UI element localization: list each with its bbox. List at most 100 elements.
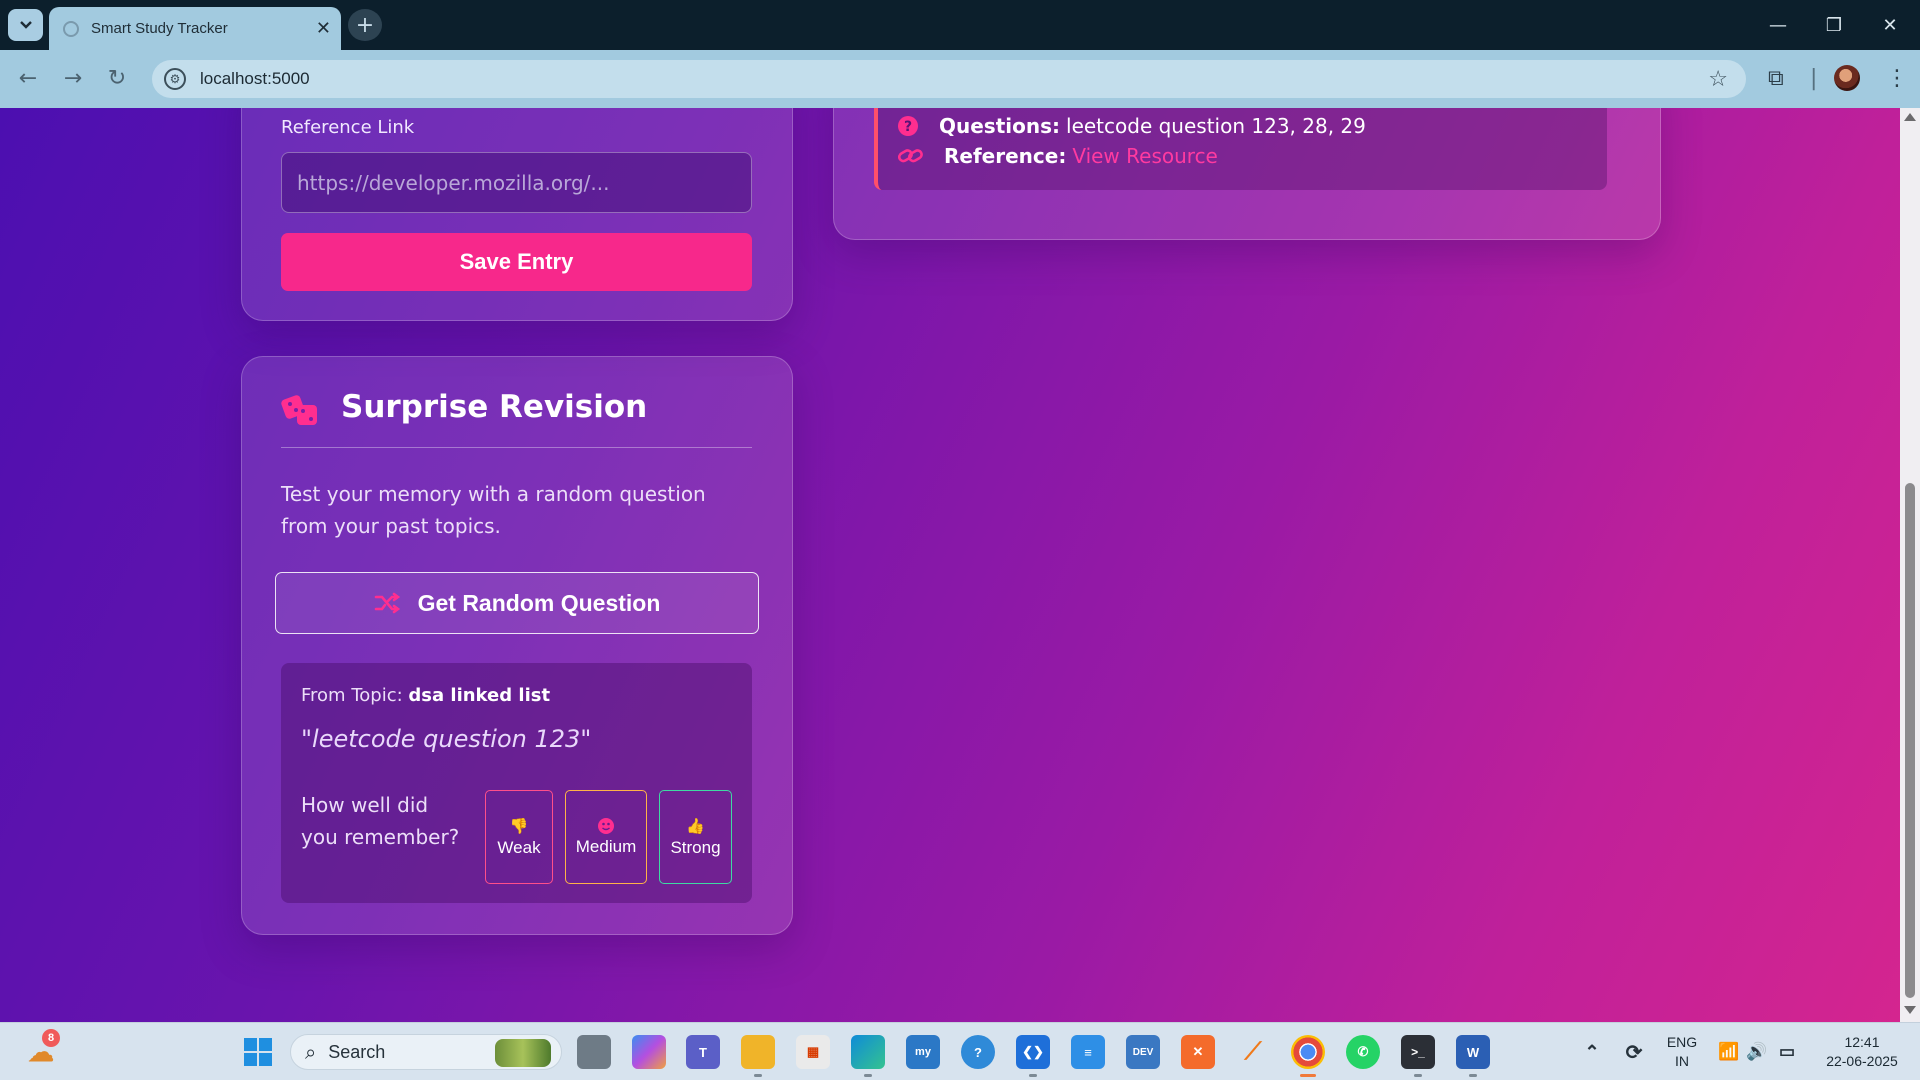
surprise-revision-description: Test your memory with a random question …: [281, 482, 706, 538]
browser-tab[interactable]: Smart Study Tracker ✕: [49, 7, 341, 50]
view-resource-link[interactable]: View Resource: [1072, 144, 1218, 168]
start-button[interactable]: [241, 1035, 275, 1069]
question-circle-icon: ?: [898, 116, 918, 136]
xampp-icon[interactable]: ✕: [1181, 1035, 1215, 1069]
volume-icon[interactable]: 🔊: [1740, 1035, 1774, 1069]
word-icon[interactable]: W: [1456, 1035, 1490, 1077]
from-topic-line: From Topic: dsa linked list: [301, 685, 550, 706]
active-indicator: [1300, 1074, 1316, 1077]
globe-icon: [63, 20, 79, 37]
sync-icon[interactable]: ⟳: [1617, 1035, 1651, 1069]
taskbar-search[interactable]: ⌕ Search: [290, 1034, 562, 1070]
vscode-icon[interactable]: ❮❯: [1016, 1035, 1050, 1077]
rate-medium-label: Medium: [575, 836, 637, 856]
show-hidden-icons-chevron[interactable]: ⌃: [1575, 1035, 1609, 1069]
scroll-down-arrow[interactable]: [1904, 1006, 1916, 1014]
file-explorer-icon[interactable]: [741, 1035, 775, 1077]
dev-tool-icon[interactable]: DEV: [1126, 1035, 1160, 1069]
running-indicator: [1414, 1074, 1422, 1077]
chevron-down-icon: [19, 21, 32, 29]
running-indicator: [754, 1074, 762, 1077]
toolbar-divider: |: [1810, 66, 1818, 91]
close-tab-icon[interactable]: ✕: [316, 18, 331, 39]
entry-questions-row: ? Questions: leetcode question 123, 28, …: [898, 114, 1366, 138]
new-tab-button[interactable]: +: [348, 9, 382, 41]
rate-weak-button[interactable]: 👎 Weak: [485, 790, 553, 884]
profile-avatar[interactable]: [1834, 65, 1860, 91]
questions-label: Questions:: [939, 114, 1061, 138]
running-indicator: [1469, 1074, 1477, 1077]
site-info-icon[interactable]: ⚙: [164, 68, 186, 90]
browser-toolbar: ← → ↻ ⚙ localhost:5000 ☆ ⧉ | ⋮: [0, 50, 1920, 108]
entry-reference-row: Reference: View Resource: [898, 144, 1218, 168]
tab-title: Smart Study Tracker: [91, 20, 228, 37]
tab-search-button[interactable]: [8, 9, 43, 41]
page-scrollbar[interactable]: [1900, 108, 1920, 1022]
address-bar[interactable]: ⚙ localhost:5000 ☆: [152, 60, 1746, 98]
whatsapp-icon[interactable]: ✆: [1346, 1035, 1380, 1069]
reload-icon[interactable]: ↻: [99, 60, 135, 96]
dice-icon: [281, 395, 317, 425]
running-indicator: [864, 1074, 872, 1077]
taskbar-search-label: Search: [328, 1041, 386, 1062]
reference-link-input[interactable]: https://developer.mozilla.org/...: [281, 152, 752, 213]
rate-medium-button[interactable]: Medium: [565, 790, 647, 884]
restore-icon[interactable]: ❐: [1814, 8, 1854, 42]
battery-icon[interactable]: ▭: [1770, 1035, 1804, 1069]
task-view-icon[interactable]: [577, 1035, 611, 1069]
weather-badge: 8: [42, 1029, 60, 1047]
notepad-icon[interactable]: ≡: [1071, 1035, 1105, 1069]
bookmark-star-icon[interactable]: ☆: [1708, 67, 1728, 92]
svg-text:?: ?: [904, 119, 912, 135]
smiley-icon: [598, 817, 614, 834]
back-icon[interactable]: ←: [10, 60, 46, 96]
thumbs-down-icon: 👎: [509, 817, 529, 835]
mysql-workbench-icon[interactable]: my: [906, 1035, 940, 1069]
help-icon[interactable]: ?: [961, 1035, 995, 1069]
questions-value: leetcode question 123, 28, 29: [1066, 114, 1366, 138]
link-icon: [898, 149, 923, 163]
rate-prompt: How well did you remember?: [301, 793, 460, 849]
forward-icon[interactable]: →: [55, 60, 91, 96]
store-icon[interactable]: ▦: [796, 1035, 830, 1069]
copilot-icon[interactable]: [632, 1035, 666, 1069]
clock-date: 22-06-2025: [1826, 1053, 1898, 1069]
chrome-icon[interactable]: [1291, 1035, 1325, 1077]
sublime-icon[interactable]: ⟋: [1236, 1035, 1270, 1069]
search-highlight-image: [495, 1039, 551, 1067]
shuffle-icon: [374, 592, 400, 614]
from-topic-label: From Topic:: [301, 685, 403, 706]
reference-link-label: Reference Link: [281, 117, 415, 138]
language-indicator[interactable]: ENG IN: [1660, 1033, 1704, 1071]
teams-icon[interactable]: T: [686, 1035, 720, 1069]
terminal-icon[interactable]: >_: [1401, 1035, 1435, 1077]
menu-kebab-icon[interactable]: ⋮: [1886, 66, 1908, 91]
rate-strong-label: Strong: [670, 837, 721, 857]
weather-widget[interactable]: ☁ 8: [24, 1029, 60, 1069]
clock[interactable]: 12:41 22-06-2025: [1812, 1033, 1912, 1071]
surprise-revision-title: Surprise Revision: [341, 389, 648, 425]
browser-titlebar: Smart Study Tracker ✕ + — ❐ ✕: [0, 0, 1920, 50]
rate-strong-button[interactable]: 👍 Strong: [659, 790, 732, 884]
windows-logo-icon: [244, 1038, 272, 1066]
url-text[interactable]: localhost:5000: [200, 69, 1708, 89]
extensions-icon[interactable]: ⧉: [1768, 66, 1784, 91]
topic-name: dsa linked list: [408, 685, 551, 706]
reference-label: Reference:: [944, 144, 1067, 168]
language-line1: ENG: [1666, 1034, 1698, 1050]
get-random-question-button[interactable]: Get Random Question: [275, 572, 759, 634]
random-question-text: "leetcode question 123": [301, 725, 592, 753]
search-icon: ⌕: [305, 1040, 317, 1064]
clock-time: 12:41: [1844, 1034, 1880, 1050]
scroll-up-arrow[interactable]: [1904, 113, 1916, 121]
close-window-icon[interactable]: ✕: [1870, 8, 1910, 42]
save-entry-button[interactable]: Save Entry: [281, 233, 752, 291]
scrollbar-thumb[interactable]: [1905, 483, 1915, 998]
rate-weak-label: Weak: [497, 837, 541, 857]
title-divider: [281, 447, 752, 448]
get-random-question-label: Get Random Question: [417, 589, 661, 616]
windows-taskbar: ☁ 8 ⌕ Search T ▦ my ? ❮❯ ≡ DEV ✕ ⟋ ✆ >_ …: [0, 1022, 1920, 1080]
minimize-icon[interactable]: —: [1758, 8, 1798, 42]
edge-icon[interactable]: [851, 1035, 885, 1077]
thumbs-up-icon: 👍: [686, 817, 705, 835]
